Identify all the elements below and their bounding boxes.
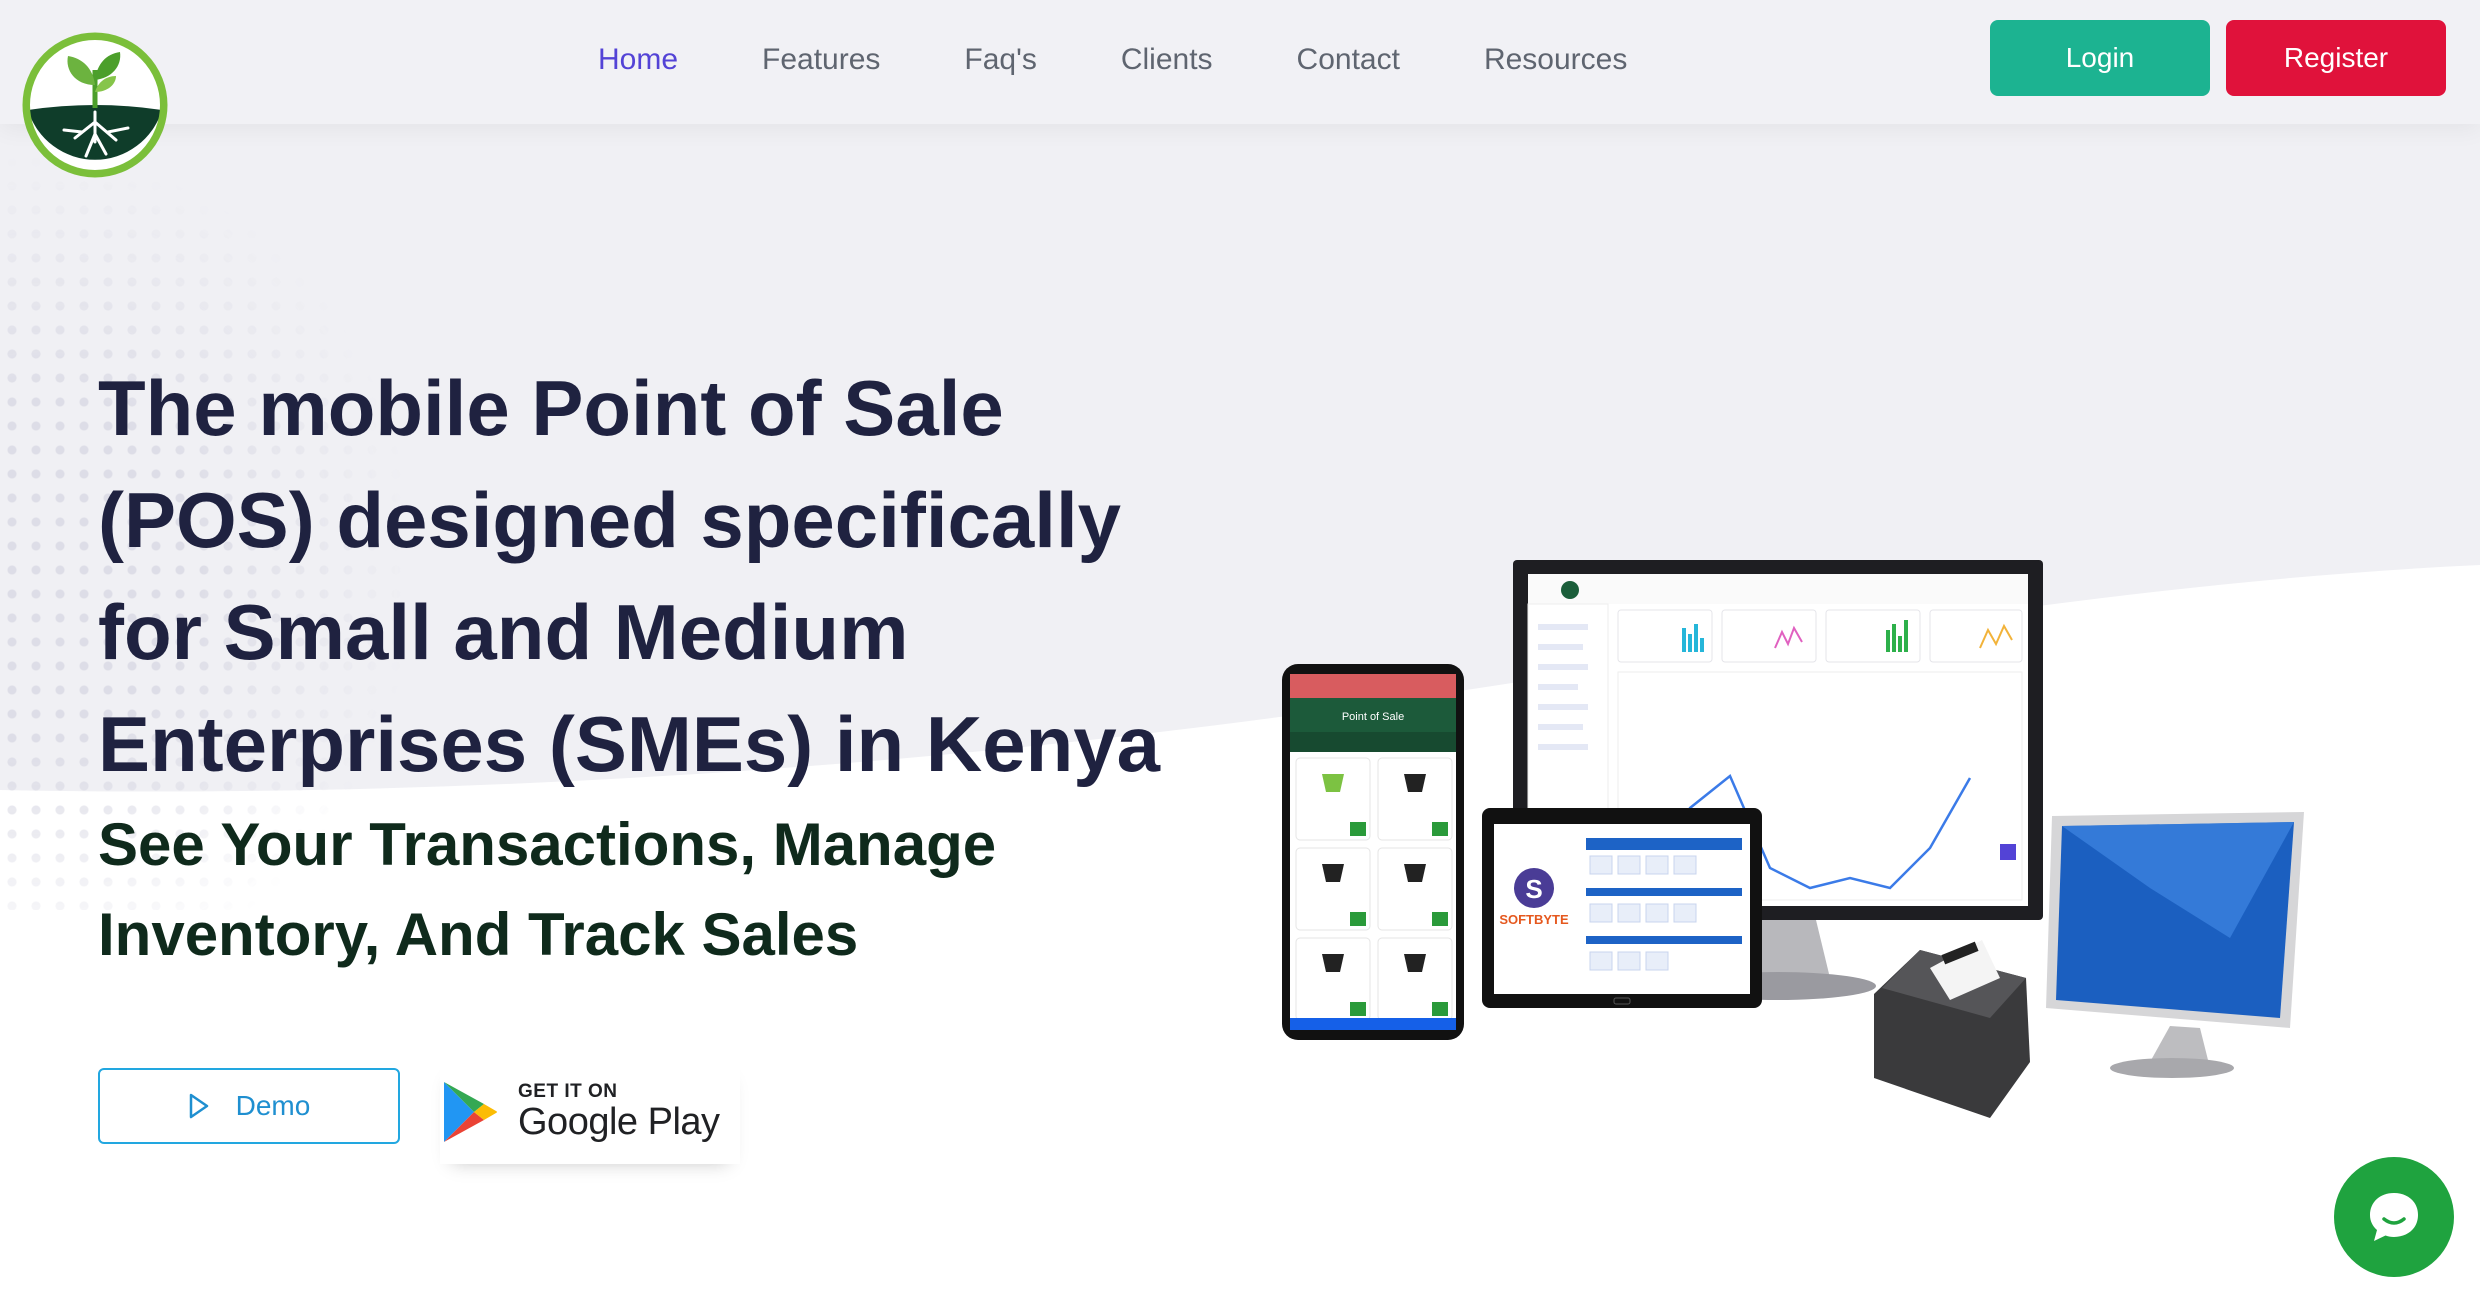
logo-plant-icon[interactable] (20, 30, 170, 180)
svg-text:SOFTBYTE: SOFTBYTE (1499, 912, 1569, 927)
google-play-badge[interactable]: GET IT ON Google Play (440, 1060, 740, 1164)
nav-resources[interactable]: Resources (1484, 38, 1627, 82)
phone: Point of Sale (1282, 664, 1464, 1040)
play-small-text: GET IT ON (518, 1080, 618, 1102)
devices-illustration: S SOFTBYTE Point of Sale (1282, 560, 2304, 1118)
play-icon (189, 1093, 208, 1119)
svg-text:Point of Sale: Point of Sale (1342, 711, 1404, 723)
nav-contact[interactable]: Contact (1297, 38, 1400, 82)
top-navbar: Home Features Faq's Clients Contact Reso… (0, 0, 2480, 124)
chat-widget[interactable] (2334, 1157, 2454, 1277)
demo-label: Demo (235, 1090, 311, 1121)
nav-clients[interactable]: Clients (1121, 38, 1213, 82)
nav-home[interactable]: Home (598, 38, 678, 82)
touch-monitor (2046, 812, 2304, 1078)
login-button[interactable]: Login (1990, 20, 2210, 96)
play-big-text: Google Play (518, 1100, 720, 1143)
google-play-icon (444, 1082, 497, 1142)
chat-icon (2370, 1193, 2418, 1241)
demo-button[interactable]: Demo (98, 1068, 400, 1144)
hero-subtitle: See Your Transactions, Manage Inventory,… (98, 811, 997, 968)
nav-faqs[interactable]: Faq's (964, 38, 1036, 82)
hero-title: The mobile Point of Sale (POS) designed … (98, 364, 1160, 788)
svg-text:S: S (1525, 874, 1542, 904)
receipt-printer (1874, 940, 2030, 1118)
register-button[interactable]: Register (2226, 20, 2446, 96)
main-nav: Home Features Faq's Clients Contact Reso… (598, 38, 1711, 82)
tablet: S SOFTBYTE (1482, 808, 1762, 1008)
nav-features[interactable]: Features (762, 38, 880, 82)
